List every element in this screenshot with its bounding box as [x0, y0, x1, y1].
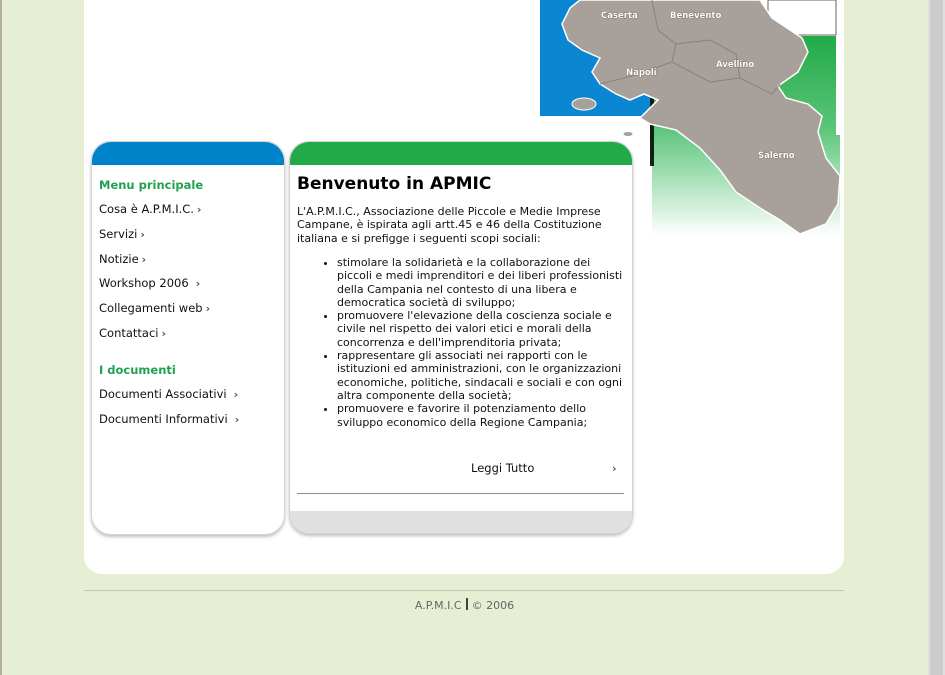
- map-label-avellino: Avellino: [716, 60, 754, 70]
- chevron-right-icon: ›: [195, 277, 201, 290]
- map-label-napoli: Napoli: [626, 68, 657, 78]
- main-menu-title: Menu principale: [99, 178, 204, 192]
- menu-item-label[interactable]: Documenti Informativi: [99, 412, 228, 426]
- chevron-right-icon: ›: [233, 388, 239, 401]
- island-ischia: [571, 97, 597, 111]
- content-footer-bar: [290, 511, 632, 533]
- menu-item-notizie[interactable]: Notizie ›: [99, 252, 146, 266]
- welcome-panel: Benvenuto in APMIC L'A.P.M.I.C., Associa…: [289, 141, 633, 534]
- chevron-right-icon[interactable]: ›: [612, 462, 617, 475]
- chevron-right-icon: ›: [141, 253, 147, 266]
- divider: [297, 493, 624, 494]
- map-label-caserta: Caserta: [601, 11, 638, 21]
- list-item: promuovere e favorire il potenziamento d…: [337, 402, 624, 429]
- list-item: promuovere l'elevazione della coscienza …: [337, 309, 624, 349]
- chevron-right-icon: ›: [196, 203, 202, 216]
- list-item: rappresentare gli associati nei rapporti…: [337, 349, 624, 402]
- menu-item-documenti-associativi[interactable]: Documenti Associativi ›: [99, 387, 238, 401]
- menu-item-contattaci[interactable]: Contattaci ›: [99, 326, 166, 340]
- menu-item-workshop-2006[interactable]: Workshop 2006 ›: [99, 276, 200, 290]
- list-item: stimolare la solidarietà e la collaboraz…: [337, 256, 624, 309]
- chevron-right-icon: ›: [161, 327, 167, 340]
- window-scrollbar[interactable]: [928, 0, 945, 675]
- island-capri: [622, 131, 634, 137]
- map-label-benevento: Benevento: [670, 11, 721, 21]
- menu-item-label[interactable]: Documenti Associativi: [99, 387, 227, 401]
- chevron-right-icon: ›: [205, 302, 211, 315]
- chevron-right-icon: ›: [234, 413, 240, 426]
- menu-item-label[interactable]: Cosa è A.P.M.I.C.: [99, 202, 194, 216]
- menu-item-label[interactable]: Servizi: [99, 227, 137, 241]
- footer-separator: [465, 598, 468, 610]
- menu-item-cosa-e-apmic[interactable]: Cosa è A.P.M.I.C. ›: [99, 202, 201, 216]
- footer-divider: [84, 590, 844, 591]
- left-page-edge: [0, 0, 2, 675]
- page-title: Benvenuto in APMIC: [297, 174, 492, 194]
- documents-section-title: I documenti: [99, 363, 176, 377]
- chevron-right-icon: ›: [140, 228, 145, 241]
- read-more-link[interactable]: Leggi Tutto: [471, 461, 534, 475]
- aims-list: stimolare la solidarietà e la collaboraz…: [297, 256, 624, 429]
- intro-paragraph: L'A.P.M.I.C., Associazione delle Piccole…: [297, 205, 602, 245]
- footer-org: A.P.M.I.C: [414, 599, 462, 612]
- menu-item-label[interactable]: Collegamenti web: [99, 301, 203, 315]
- site-footer: A.P.M.I.C © 2006: [0, 598, 929, 612]
- map-label-salerno: Salerno: [758, 151, 795, 161]
- menu-item-label[interactable]: Contattaci: [99, 326, 159, 340]
- sidebar-menu: Menu principale Cosa è A.P.M.I.C. › Servi…: [91, 141, 285, 535]
- menu-item-documenti-informativi[interactable]: Documenti Informativi ›: [99, 412, 239, 426]
- content-header-bar: [290, 142, 632, 165]
- menu-item-collegamenti-web[interactable]: Collegamenti web ›: [99, 301, 210, 315]
- menu-item-label[interactable]: Notizie: [99, 252, 139, 266]
- scrollbar-track[interactable]: [930, 0, 943, 675]
- sidebar-header-bar: [92, 142, 284, 165]
- footer-copyright: © 2006: [471, 599, 515, 612]
- menu-item-servizi[interactable]: Servizi ›: [99, 227, 145, 241]
- menu-item-label[interactable]: Workshop 2006: [99, 276, 189, 290]
